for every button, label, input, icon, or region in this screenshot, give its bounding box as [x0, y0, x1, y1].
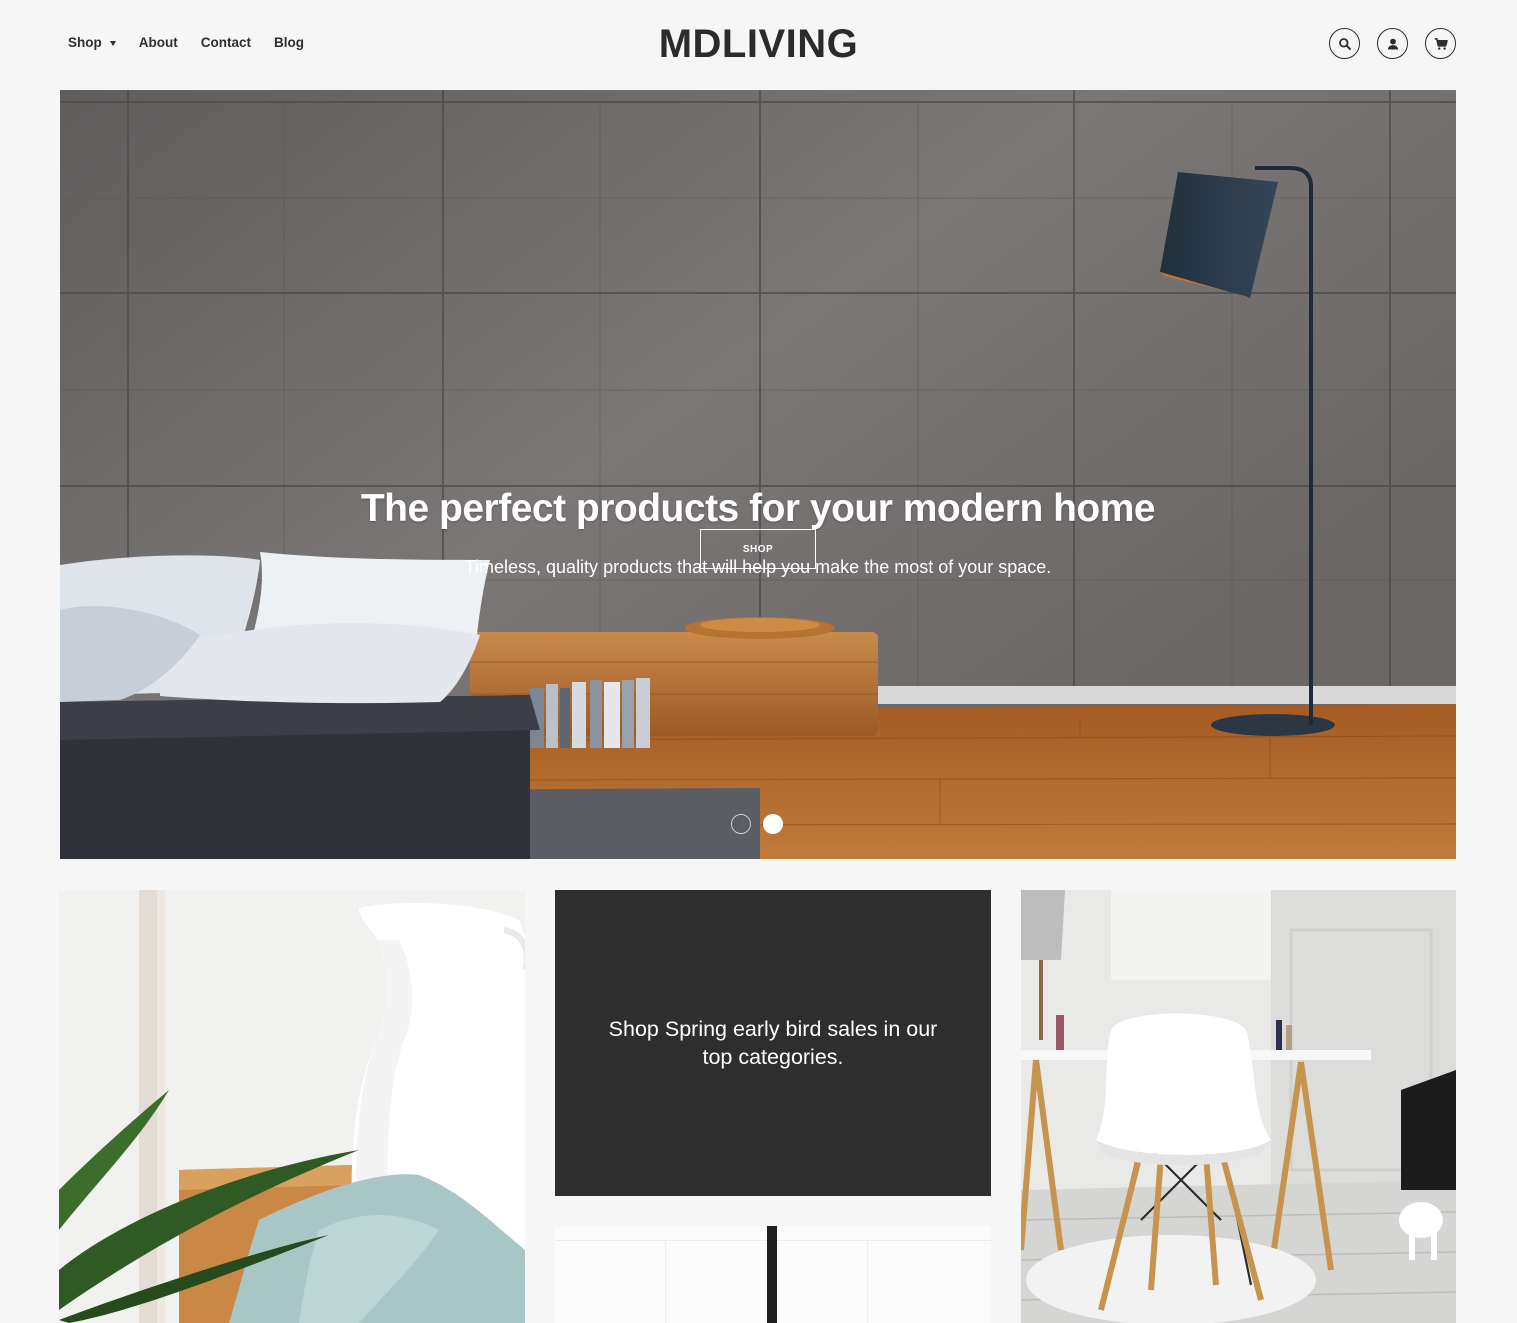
- product-photo: [555, 1226, 991, 1323]
- hero-background-image: [60, 90, 1456, 859]
- site-logo[interactable]: MDLIVING: [0, 22, 1517, 67]
- cart-button[interactable]: [1425, 28, 1456, 59]
- account-icon: [1387, 38, 1398, 49]
- chair-photo: [1021, 890, 1456, 1323]
- slider-pagination: [731, 814, 783, 834]
- search-icon: [1338, 37, 1351, 50]
- hero-shop-button[interactable]: SHOP: [700, 529, 816, 569]
- hero-slider: The perfect products for your modern hom…: [60, 90, 1456, 859]
- account-button[interactable]: [1377, 28, 1408, 59]
- cart-icon: [1434, 37, 1448, 50]
- search-button[interactable]: [1329, 28, 1360, 59]
- promo-tile[interactable]: Shop Spring early bird sales in our top …: [555, 890, 991, 1196]
- slide-dot-1[interactable]: [731, 814, 751, 834]
- promo-text: Shop Spring early bird sales in our top …: [608, 1017, 938, 1069]
- hero-title: The perfect products for your modern hom…: [360, 487, 1156, 530]
- feature-tile-left[interactable]: [59, 890, 525, 1323]
- site-header: Shop About Contact Blog MDLIVING: [0, 0, 1517, 90]
- feature-tile-right[interactable]: [1021, 890, 1456, 1323]
- vase-photo: [59, 890, 525, 1323]
- feature-tile-bottom[interactable]: [555, 1226, 991, 1323]
- slide-dot-2[interactable]: [763, 814, 783, 834]
- header-actions: [1329, 28, 1456, 59]
